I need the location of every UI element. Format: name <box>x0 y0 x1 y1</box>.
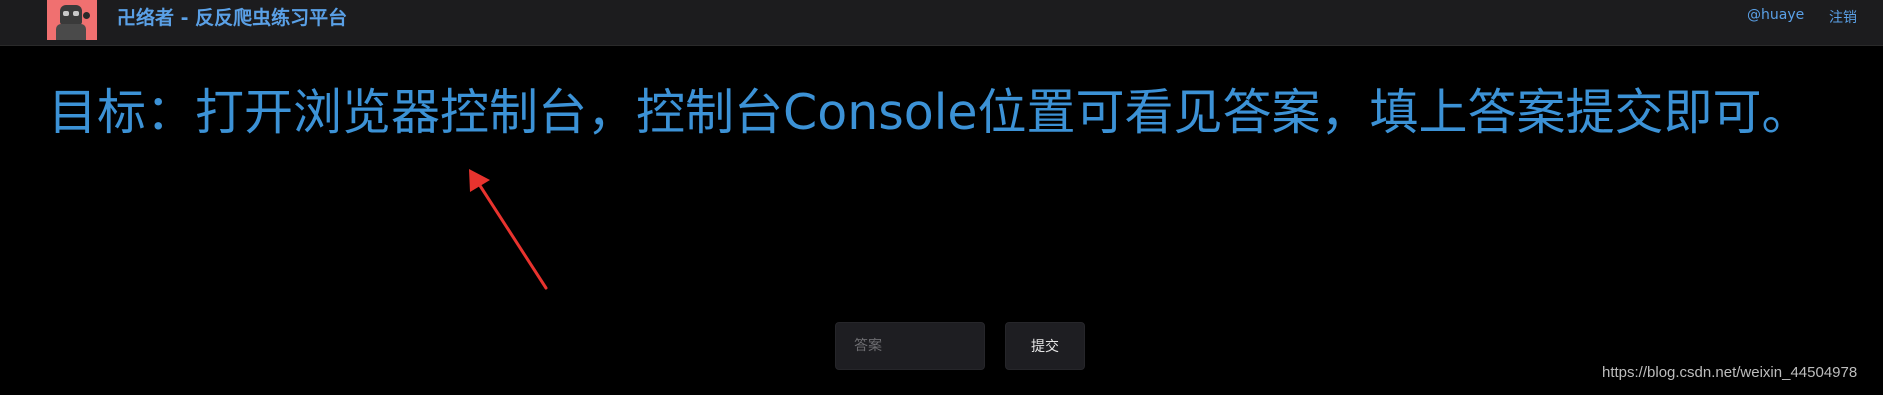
csdn-watermark: https://blog.csdn.net/weixin_44504978 <box>1602 364 1858 381</box>
answer-input[interactable] <box>835 322 985 370</box>
arrow-head-icon <box>469 169 490 192</box>
submit-button[interactable]: 提交 <box>1005 322 1085 370</box>
arrow-shaft <box>475 179 548 290</box>
